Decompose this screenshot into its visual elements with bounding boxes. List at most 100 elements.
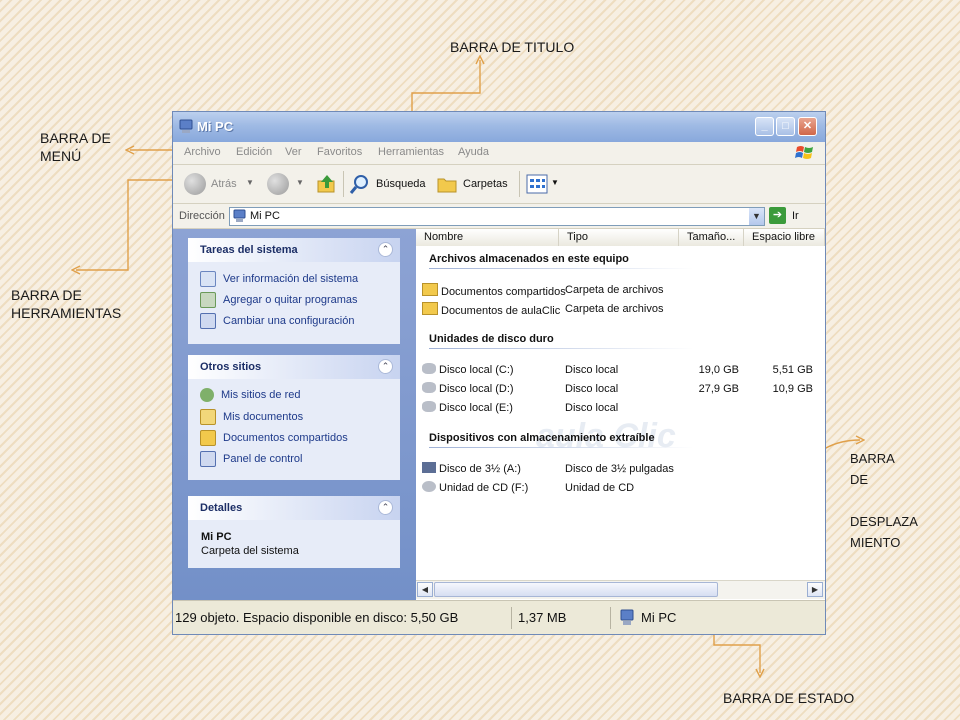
address-dropdown-icon[interactable]: ▼ [749,208,764,225]
panel-details: Detalles ⌃ Mi PC Carpeta del sistema [188,496,400,568]
task-view-system-info[interactable]: Ver información del sistema [200,271,358,287]
search-icon[interactable] [349,173,371,195]
place-label: Panel de control [223,452,303,465]
up-folder-icon[interactable] [316,173,338,195]
status-divider [610,607,611,629]
panel-details-title: Detalles [200,502,243,514]
address-value: Mi PC [250,210,280,222]
group-hard-drives: Unidades de disco duro [429,333,554,345]
search-button-label[interactable]: Búsqueda [376,178,426,190]
scroll-right-icon[interactable]: ▶ [807,582,823,597]
item-size: 19,0 GB [698,364,739,376]
item-type: Disco local [565,383,619,395]
place-network[interactable]: Mis sitios de red [200,388,300,402]
cd-drive-icon [422,481,436,492]
floppy-icon [422,462,436,473]
group-stored-files: Archivos almacenados en este equipo [429,253,629,265]
address-input[interactable]: Mi PC ▼ [229,207,765,226]
go-button-label[interactable]: Ir [792,210,799,222]
maximize-button[interactable]: □ [776,117,795,136]
back-dropdown-icon[interactable]: ▼ [246,178,254,187]
forward-arrow-icon[interactable] [267,173,289,195]
views-dropdown-icon[interactable]: ▼ [551,178,559,187]
windows-logo-icon [795,146,813,159]
title-bar[interactable]: Mi PC _ □ ✕ [173,112,825,142]
task-pane: Tareas del sistema ⌃ Ver información del… [173,229,416,600]
go-arrow-icon[interactable]: ➔ [769,207,786,224]
back-button-label[interactable]: Atrás [211,178,237,190]
place-label: Mis documentos [223,410,304,423]
arrow-tool-bar [76,179,180,270]
item-name-text: Disco local (D:) [439,383,514,395]
item-free: 5,51 GB [772,364,813,376]
item-name: Disco de 3½ (A:) [422,462,521,475]
item-name: Documentos compartidos [422,283,566,298]
menu-ayuda[interactable]: Ayuda [458,146,489,158]
back-arrow-icon[interactable] [184,173,206,195]
task-add-remove-programs[interactable]: Agregar o quitar programas [200,292,358,308]
place-control-panel[interactable]: Panel de control [200,451,303,467]
item-name-text: Documentos de aulaClic [441,305,561,317]
item-name: Disco local (E:) [422,401,513,414]
folder-icon [422,283,438,296]
panel-details-header[interactable]: Detalles ⌃ [188,496,400,520]
column-name[interactable]: Nombre [416,229,559,246]
window-title: Mi PC [197,119,234,134]
panel-other-places-header[interactable]: Otros sitios ⌃ [188,355,400,379]
label-menu-bar-line2: MENÚ [40,148,82,164]
task-label: Agregar o quitar programas [223,293,358,306]
close-button[interactable]: ✕ [798,117,817,136]
column-type[interactable]: Tipo [559,229,679,246]
collapse-icon[interactable]: ⌃ [378,359,393,374]
menu-favoritos[interactable]: Favoritos [317,146,362,158]
menu-archivo[interactable]: Archivo [184,146,221,158]
views-icon[interactable] [526,174,548,194]
item-name-text: Disco local (E:) [439,402,513,414]
minimize-button[interactable]: _ [755,117,774,136]
label-status-bar: BARRA DE ESTADO [723,690,855,706]
group-divider [429,348,694,349]
column-free-space[interactable]: Espacio libre [744,229,825,246]
status-bar: 129 objeto. Espacio disponible en disco:… [173,600,825,634]
scroll-thumb[interactable] [434,582,718,597]
folder-icon [200,430,216,446]
add-remove-icon [200,292,216,308]
task-change-setting[interactable]: Cambiar una configuración [200,313,354,329]
item-type: Unidad de CD [565,482,635,494]
collapse-icon[interactable]: ⌃ [378,242,393,257]
menu-edicion[interactable]: Edición [236,146,272,158]
item-name: Documentos de aulaClic [422,302,560,317]
item-name-text: Disco local (C:) [439,364,514,376]
status-location: Mi PC [641,610,677,625]
panel-system-tasks-header[interactable]: Tareas del sistema ⌃ [188,238,400,262]
tool-bar: Atrás ▼ ▼ Búsqueda Carpetas ▼ [173,165,825,204]
address-bar: Dirección Mi PC ▼ ➔ Ir [173,204,825,229]
menu-herramientas[interactable]: Herramientas [378,146,444,158]
folders-button-label[interactable]: Carpetas [463,178,508,190]
label-scroll-bar-line4: MIENTO [850,535,901,550]
panel-other-places-title: Otros sitios [200,361,262,373]
scroll-left-icon[interactable]: ◀ [417,582,433,597]
place-my-documents[interactable]: Mis documentos [200,409,303,425]
folders-icon[interactable] [436,173,458,195]
group-divider [429,268,694,269]
item-name: Disco local (C:) [422,363,514,376]
label-title-bar: BARRA DE TITULO [450,39,575,55]
item-name-text: Documentos compartidos [441,286,566,298]
label-scroll-bar-line2: DE [850,472,869,487]
item-free: 10,9 GB [772,383,813,395]
toolbar-separator [343,171,344,197]
item-size: 27,9 GB [698,383,739,395]
forward-dropdown-icon[interactable]: ▼ [296,178,304,187]
collapse-icon[interactable]: ⌃ [378,500,393,515]
network-icon [200,388,214,402]
horizontal-scrollbar[interactable]: ◀ ▶ [416,580,825,599]
label-tool-bar: BARRA DE HERRAMIENTAS [11,286,121,322]
computer-icon [620,609,634,625]
column-size[interactable]: Tamaño... [679,229,744,246]
menu-ver[interactable]: Ver [285,146,302,158]
status-divider [511,607,512,629]
documents-icon [200,409,216,425]
place-shared-documents[interactable]: Documentos compartidos [200,430,348,446]
toolbar-separator-2 [519,171,520,197]
